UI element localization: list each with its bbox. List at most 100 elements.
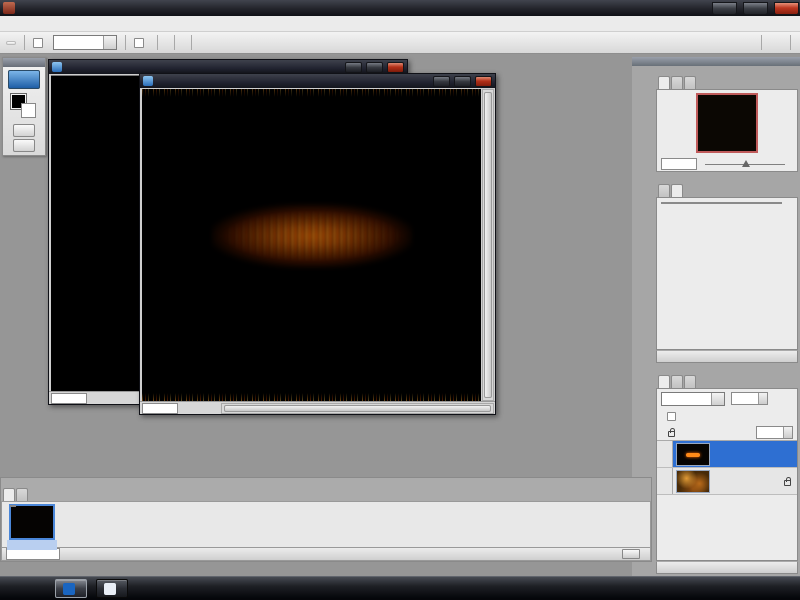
dock-header	[632, 57, 800, 66]
doc2-vertical-scrollbar[interactable]	[482, 89, 494, 401]
styles-body	[656, 197, 798, 350]
doc1-minimize-button[interactable]	[345, 62, 362, 73]
lock-all-icon[interactable]	[668, 431, 675, 437]
layer-1-thumbnail[interactable]	[676, 443, 710, 466]
layers-scrollbar[interactable]	[787, 469, 796, 558]
tab-histogram[interactable]	[671, 76, 683, 89]
frame-delay-selector[interactable]	[7, 540, 57, 550]
layers-panel	[656, 365, 798, 574]
screen-mode-button[interactable]	[13, 139, 35, 152]
doc2-icon	[143, 76, 153, 86]
toolbox-collapse-button[interactable]	[3, 58, 45, 67]
app-minimize-button[interactable]	[712, 2, 737, 15]
dropdown-arrow-icon	[711, 393, 724, 405]
blend-mode-dropdown[interactable]	[661, 392, 725, 406]
doc2-horizontal-scrollbar[interactable]	[221, 403, 494, 414]
navigator-zoom-field[interactable]	[661, 158, 697, 170]
doc1-icon	[52, 62, 62, 72]
tab-info[interactable]	[684, 76, 696, 89]
opacity-field[interactable]	[731, 392, 768, 405]
dropdown-arrow-icon	[103, 36, 116, 49]
doc2-status-bar	[140, 401, 495, 414]
doc2-titlebar[interactable]	[140, 74, 495, 88]
visibility-eye-icon[interactable]	[657, 441, 673, 467]
layer-row-background[interactable]	[657, 468, 797, 495]
app-restore-button[interactable]	[743, 2, 768, 15]
propagate-checkbox[interactable]	[667, 412, 676, 421]
taskbar-button-paintnet[interactable]	[96, 579, 128, 598]
layers-body	[656, 388, 798, 561]
doc1-close-button[interactable]	[387, 62, 404, 73]
animation-panel	[0, 477, 652, 562]
tab-channels[interactable]	[684, 375, 696, 388]
desktop: { "titlebar": {"icon_text": "Ps", "title…	[0, 0, 800, 600]
doc2-minimize-button[interactable]	[433, 76, 450, 87]
navigator-panel-head	[656, 66, 798, 74]
ps-logo	[8, 70, 40, 89]
value-arrow-icon[interactable]	[758, 393, 767, 404]
visibility-eye-icon[interactable]	[657, 468, 673, 494]
layers-tabs	[656, 373, 798, 388]
menubar	[0, 16, 800, 32]
doc2-zoom-field[interactable]	[142, 403, 178, 414]
fire-edge-bottom	[142, 393, 481, 401]
paintnet-task-icon	[104, 583, 116, 595]
doc1-restore-button[interactable]	[366, 62, 383, 73]
doc2-close-button[interactable]	[475, 76, 492, 87]
layer-row-layer-1[interactable]	[657, 441, 797, 468]
styles-panel	[656, 174, 798, 363]
tab-animation-frames[interactable]	[3, 488, 15, 501]
animation-panel-head	[1, 478, 651, 486]
styles-scrollbar[interactable]	[787, 200, 796, 347]
document-window-untitled-2	[139, 73, 496, 415]
frame-1-thumbnail[interactable]	[9, 504, 55, 540]
tab-history[interactable]	[671, 375, 683, 388]
doc2-canvas[interactable]	[142, 89, 481, 401]
layers-list	[657, 440, 797, 495]
tab-styles[interactable]	[671, 184, 683, 197]
navigator-panel	[656, 66, 798, 172]
app-close-button[interactable]	[774, 2, 799, 15]
tab-measurement-log[interactable]	[16, 488, 28, 501]
background-thumbnail[interactable]	[676, 470, 710, 493]
navigator-proxy-preview[interactable]	[696, 93, 758, 153]
styles-tabs	[656, 182, 798, 197]
show-transform-checkbox[interactable]	[134, 38, 144, 48]
navigator-body	[656, 89, 798, 172]
fill-field[interactable]	[756, 426, 793, 439]
fire-edge-top	[142, 89, 481, 97]
photoshop-task-icon	[63, 583, 75, 595]
styles-swatch-grid	[661, 202, 782, 204]
navigator-tabs	[656, 74, 798, 89]
auto-select-checkbox[interactable]	[33, 38, 43, 48]
background-color-swatch[interactable]	[21, 103, 36, 118]
frame-number-badge	[10, 505, 16, 507]
layers-panel-head	[656, 365, 798, 373]
hscroll-thumb[interactable]	[224, 405, 491, 412]
navigator-zoom-slider[interactable]	[705, 159, 785, 169]
options-bar	[0, 32, 800, 54]
toolbox	[2, 57, 46, 156]
styles-panel-head	[656, 174, 798, 182]
tab-color[interactable]	[658, 184, 670, 197]
tab-navigator[interactable]	[658, 76, 670, 89]
layers-bottom-bar	[656, 561, 798, 574]
tab-layers[interactable]	[658, 375, 670, 388]
taskbar-button-photoshop[interactable]	[55, 579, 87, 598]
auto-select-group-dropdown[interactable]	[53, 35, 117, 50]
app-icon	[3, 2, 15, 14]
animation-tabs	[1, 486, 651, 501]
quick-mask-button[interactable]	[13, 124, 35, 137]
value-arrow-icon[interactable]	[783, 427, 792, 438]
convert-to-timeline-button[interactable]	[622, 549, 640, 559]
animation-frames-area	[1, 501, 651, 547]
doc2-restore-button[interactable]	[454, 76, 471, 87]
vscroll-thumb[interactable]	[484, 92, 492, 398]
animation-frame-1[interactable]	[6, 504, 58, 550]
animation-controls-bar	[1, 547, 651, 561]
fire-streaks	[222, 210, 402, 262]
doc1-zoom-field[interactable]	[51, 393, 87, 404]
color-wells	[11, 94, 45, 122]
current-tool-well[interactable]	[6, 41, 16, 45]
doc1-titlebar[interactable]	[49, 60, 407, 74]
